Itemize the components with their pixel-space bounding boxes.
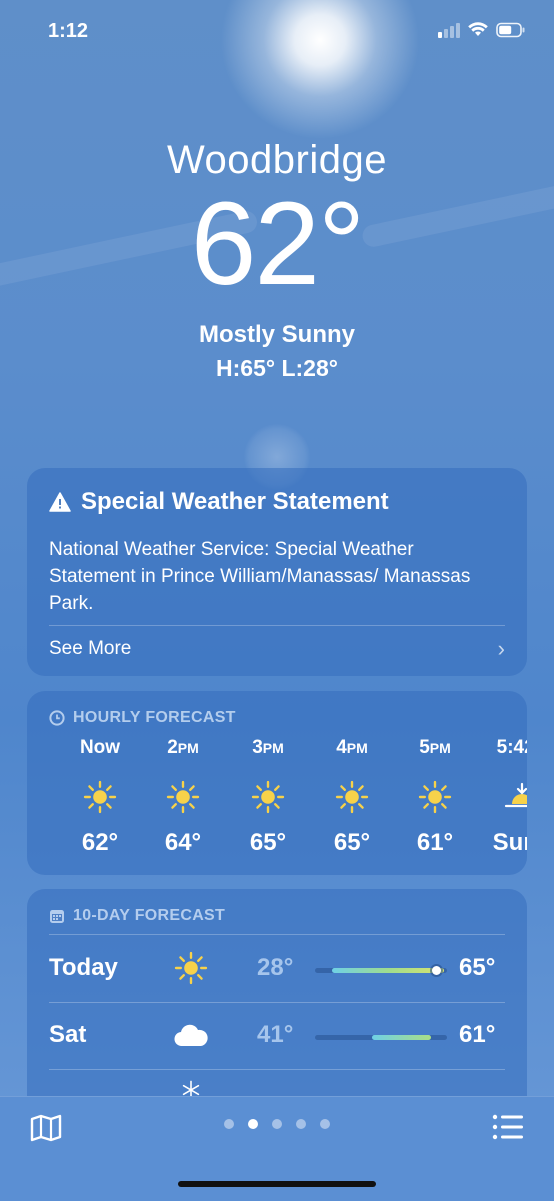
status-bar: 1:12 [0, 18, 554, 48]
city-name: Woodbridge [167, 138, 387, 182]
low-temperature: 41° [257, 1021, 294, 1048]
page-dot[interactable] [320, 1119, 330, 1129]
current-weather-header: Woodbridge 62° Mostly Sunny H:65° L:28° [0, 138, 554, 382]
day-row[interactable]: Today 28° 65° [27, 936, 527, 1002]
status-icons [438, 22, 526, 38]
ten-day-forecast-header: 10-DAY FORECAST [49, 907, 225, 925]
high-temperature: 65° [459, 954, 496, 981]
alert-title: Special Weather Statement [81, 488, 389, 515]
sun-icon [173, 950, 209, 986]
page-dot[interactable] [224, 1119, 234, 1129]
temperature-range-bar [315, 966, 447, 975]
hourly-item: 2PM 64° [143, 737, 223, 857]
condition-text: Mostly Sunny [198, 321, 355, 348]
sunset-icon [482, 769, 527, 825]
temperature-range-fill [371, 1035, 432, 1040]
hourly-item: 4PM 65° [312, 737, 392, 857]
temperature-range-fill [332, 968, 445, 973]
sun-icon [312, 769, 392, 825]
hour-label: 5:42P [496, 737, 527, 758]
list-icon[interactable] [492, 1114, 524, 1140]
warning-icon [49, 492, 71, 512]
cellular-signal-icon [438, 22, 460, 38]
hour-label: 4PM [336, 737, 368, 758]
hour-label: 5PM [419, 737, 451, 758]
sun-icon [228, 769, 308, 825]
hourly-item: 3PM 65° [228, 737, 308, 857]
divider [49, 625, 505, 626]
hourly-forecast-card[interactable]: HOURLY FORECAST Now 62° 2PM 64° 3PM 65° 4PM 65°… [27, 691, 527, 875]
page-dot[interactable] [296, 1119, 306, 1129]
day-name: Sat [49, 1021, 87, 1048]
chevron-right-icon: › [497, 636, 505, 661]
hour-label: Now [79, 737, 121, 758]
hour-label: 3PM [252, 737, 284, 758]
page-dot[interactable] [248, 1119, 258, 1129]
hour-temperature: 65° [333, 829, 371, 856]
current-temperature: 62° [190, 178, 365, 310]
page-indicator[interactable] [0, 1119, 554, 1129]
hour-temperature: 61° [416, 829, 454, 856]
temperature-range-bar [315, 1035, 447, 1040]
page-dot[interactable] [272, 1119, 282, 1129]
hour-temperature: Suns [492, 829, 527, 856]
hourly-item: 5PM 61° [395, 737, 475, 857]
divider [49, 1069, 505, 1070]
high-low-text: H:65° L:28° [216, 355, 338, 381]
sun-icon [60, 769, 140, 825]
hour-temperature: 64° [164, 829, 202, 856]
bottom-toolbar [0, 1096, 554, 1201]
battery-icon [496, 22, 525, 38]
see-more-link[interactable]: See More [49, 638, 131, 660]
weather-alert-card[interactable]: Special Weather Statement National Weath… [27, 468, 527, 676]
alert-title-row: Special Weather Statement [49, 488, 389, 516]
sun-icon [395, 769, 475, 825]
calendar-icon [50, 910, 64, 923]
hour-temperature: 62° [81, 829, 119, 856]
clock-icon [49, 710, 65, 726]
wifi-icon [468, 22, 488, 36]
hourly-scroll-row[interactable]: Now 62° 2PM 64° 3PM 65° 4PM 65° 5PM 61° 5:42P Suns [27, 737, 527, 867]
divider [49, 934, 505, 935]
hour-temperature: 65° [249, 829, 287, 856]
day-row[interactable]: Sat 41° 61° [27, 1002, 527, 1069]
hourly-forecast-label: HOURLY FORECAST [73, 709, 236, 726]
status-time: 1:12 [48, 20, 89, 42]
sun-icon [143, 769, 223, 825]
high-temperature: 61° [459, 1021, 496, 1048]
ten-day-forecast-label: 10-DAY FORECAST [73, 907, 226, 924]
home-indicator [178, 1181, 376, 1187]
alert-body: National Weather Service: Special Weathe… [49, 539, 471, 614]
hourly-item: Now 62° [60, 737, 140, 857]
hour-label: 2PM [167, 737, 199, 758]
low-temperature: 28° [257, 954, 294, 981]
day-name: Today [49, 954, 118, 981]
hourly-item: 5:42P Suns [482, 737, 527, 857]
cloud-icon [173, 1017, 209, 1053]
current-temperature-dot [432, 966, 442, 975]
divider [49, 1002, 505, 1003]
hourly-forecast-header: HOURLY FORECAST [49, 709, 236, 727]
